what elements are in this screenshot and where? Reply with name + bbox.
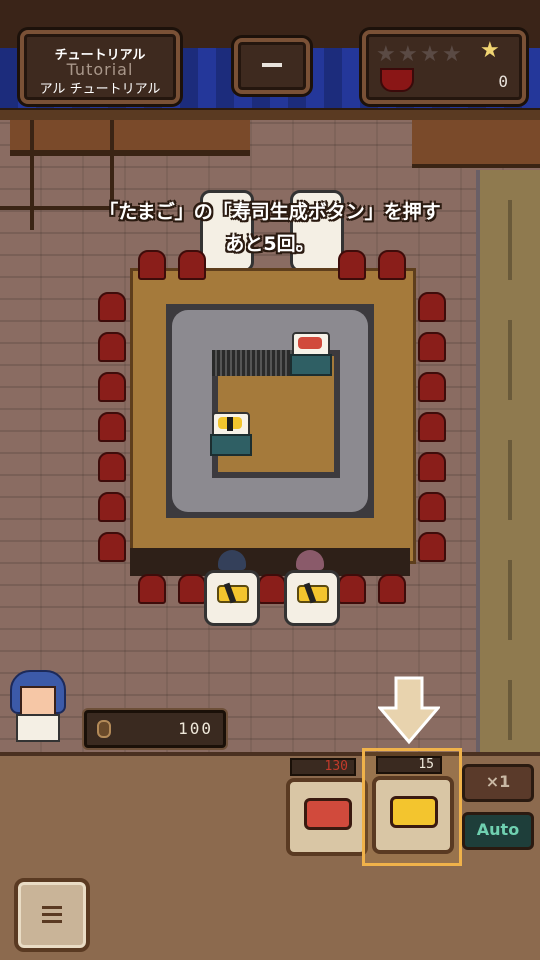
tutorial-label: アル チュートリアル: [39, 82, 161, 97]
chair: [98, 372, 126, 402]
chair: [98, 412, 126, 442]
sushi-plate-tamago: [210, 410, 252, 456]
menu-button[interactable]: [14, 878, 90, 952]
chef-avatar: [6, 670, 66, 742]
chair: [138, 574, 166, 604]
star-icon: ★: [376, 42, 396, 67]
down-arrow-icon: [378, 676, 440, 745]
customer: [296, 550, 324, 570]
menu-icon: [42, 920, 62, 923]
score-value: 0: [498, 72, 508, 91]
score-panel: ★ ★ ★ ★ ★ 0: [362, 30, 526, 104]
chair: [418, 412, 446, 442]
tutorial-panel[interactable]: チュートリアル Tutorial アル チュートリアル: [20, 30, 180, 104]
tamago-price: 15: [376, 756, 442, 774]
chair: [418, 492, 446, 522]
hall-stripe: [508, 440, 512, 520]
coin-icon: [97, 720, 111, 738]
chair: [418, 332, 446, 362]
minus-icon: [262, 63, 282, 67]
chair: [418, 532, 446, 562]
chair: [418, 292, 446, 322]
chair: [338, 574, 366, 604]
tutorial-message-line1: 「たまご」の「寿司生成ボタン」を押す: [99, 201, 441, 223]
chair: [98, 492, 126, 522]
menu-icon: [42, 906, 62, 909]
chair: [98, 452, 126, 482]
chair: [178, 574, 206, 604]
order-bubble-tamago: [284, 570, 340, 626]
star-icon: ★: [442, 42, 462, 67]
customer: [218, 550, 246, 570]
auto-button[interactable]: Auto: [462, 812, 534, 850]
hall-stripe: [508, 680, 512, 740]
counter-front: [130, 548, 410, 576]
chair: [258, 574, 286, 604]
tamago-sushi-icon: [390, 796, 438, 828]
tuna-price-value: 130: [324, 759, 348, 774]
money-value: 100: [178, 719, 213, 738]
tuna-sushi-icon: [304, 798, 352, 830]
kitchen-grill: [212, 350, 292, 376]
tuna-generate-button[interactable]: [286, 778, 368, 856]
chair: [98, 332, 126, 362]
star-icon: ★: [420, 42, 440, 67]
tamago-generate-button[interactable]: [372, 776, 454, 854]
speed-button[interactable]: ×1: [462, 764, 534, 802]
tuna-price: 130: [290, 758, 356, 776]
goal-star-icon: ★: [480, 38, 500, 63]
tutorial-message-line2: あと5回。: [225, 233, 315, 255]
wall-shelf-right: [412, 120, 540, 168]
hall-stripe: [508, 560, 512, 640]
money-panel: 100: [84, 710, 226, 748]
minimize-button[interactable]: [234, 38, 310, 94]
order-bubble-tamago: [204, 570, 260, 626]
tutorial-subtitle: Tutorial: [66, 60, 134, 79]
chair: [98, 292, 126, 322]
pot-icon: [380, 68, 414, 92]
chair: [378, 574, 406, 604]
chair: [418, 452, 446, 482]
chair: [418, 372, 446, 402]
menu-icon: [42, 913, 62, 916]
sushi-plate-tuna: [290, 330, 332, 376]
hall-stripe: [508, 320, 512, 400]
chair: [98, 532, 126, 562]
tutorial-message: 「たまご」の「寿司生成ボタン」を押す あと5回。: [0, 196, 540, 260]
tamago-price-value: 15: [418, 757, 434, 772]
star-icon: ★: [398, 42, 418, 67]
